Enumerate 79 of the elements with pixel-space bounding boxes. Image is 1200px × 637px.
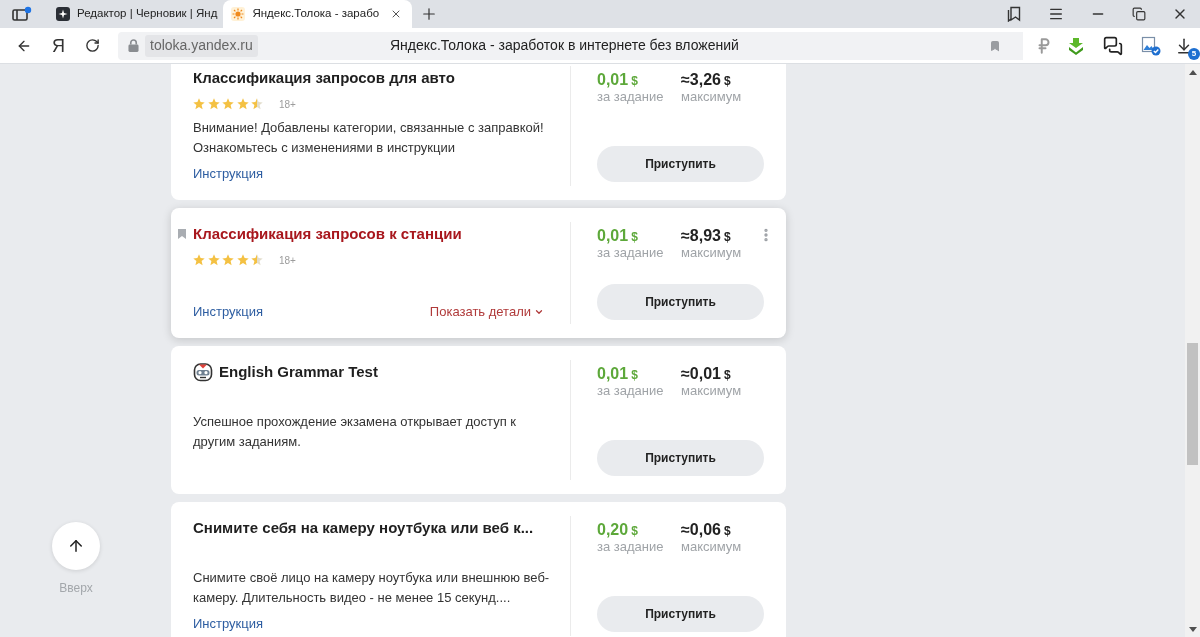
sun-favicon-icon [231,7,246,21]
reward-amount: 0,01 [597,364,629,384]
scrollbar-thumb[interactable] [1187,343,1198,465]
age-rating: 18+ [279,97,296,112]
reward-label: за задание [597,244,665,261]
double-arrow-down-icon[interactable] [1067,36,1085,55]
tab-title: Редактор | Черновик | Янд [77,6,218,22]
task-description: Внимание! Добавлены категории, связанные с заправкой! Ознакомьтесь с изменениями в инструкции [193,119,545,157]
address-bar[interactable]: toloka.yandex.ru Яндекс.Толока - заработок в интернете без вложений [118,31,1023,60]
star-icon [207,254,220,266]
star-icon [193,254,205,266]
maximum-currency: $ [723,73,731,90]
maximum-amount: ≈8,93 [681,226,721,246]
maximum-currency: $ [723,367,731,384]
maximum-currency: $ [723,523,731,540]
task-description: Снимите своё лицо на камеру ноутбука или внешнюю веб-камеру. Длительность видео - не менее 15 секунд.... [193,569,551,607]
maximum-amount: ≈3,26 [681,70,721,90]
instruction-link[interactable]: Инструкция [193,164,263,184]
star-icon [222,98,234,110]
reward-amount: 0,01 [597,70,629,90]
star-icon [236,254,249,266]
instruction-link[interactable]: Инструкция [193,302,263,322]
star-icon [236,98,249,110]
scroll-top-label: Вверх [59,580,93,597]
scroll-down-arrow-icon[interactable] [1188,627,1197,632]
task-title[interactable]: Классификация запросов для авто [193,68,455,88]
maximum-label: максимум [681,244,742,261]
scroll-up-arrow-icon[interactable] [1188,70,1197,75]
reward-label: за задание [597,538,665,555]
reward-amount: 0,20 [597,520,629,540]
task-title[interactable]: Классификация запросов к станции [193,224,462,244]
browser-tab[interactable]: Редактор | Черновик | Янд [48,0,222,28]
downloads-count-badge: 5 [1188,47,1200,60]
robot-face-icon [193,362,213,382]
lock-icon [128,39,139,52]
sidebar-icon[interactable] [12,6,32,22]
reward-currency: $ [631,367,638,384]
reward-label: за задание [597,88,665,105]
maximum-amount: ≈0,01 [681,364,721,384]
reward-currency: $ [631,229,638,246]
reward-label: за задание [597,382,665,399]
scrollbar[interactable] [1185,64,1200,637]
start-button[interactable]: Приступить [597,596,764,632]
url-text: toloka.yandex.ru [145,34,258,57]
bookmarks-icon[interactable] [1006,6,1022,22]
start-button[interactable]: Приступить [597,440,764,476]
tab-title: Яндекс.Толока - зарабо [252,6,380,22]
reload-icon[interactable] [85,38,100,53]
star-icon [207,98,220,110]
sparkle-favicon-icon [56,7,70,21]
star-icon [251,98,263,110]
image-check-icon[interactable] [1141,35,1161,56]
maximum-label: максимум [681,538,742,555]
star-icon [251,254,263,266]
browser-tab[interactable]: Яндекс.Толока - зарабо [223,0,413,28]
page-title: Яндекс.Толока - заработок в интернете без вложений [389,36,739,55]
downloads-button[interactable]: 5 [1175,34,1197,57]
reward-amount: 0,01 [597,226,629,246]
maximum-currency: $ [723,229,731,246]
yandex-home-button[interactable]: Я [52,35,65,56]
maximum-label: максимум [681,88,742,105]
chat-bubbles-icon[interactable] [1103,35,1123,56]
age-rating: 18+ [279,253,296,268]
start-button[interactable]: Приступить [597,284,764,320]
star-icon [193,98,205,110]
start-button[interactable]: Приступить [597,146,764,182]
restore-icon[interactable] [1132,7,1146,21]
chevron-down-icon [534,307,544,317]
task-description: Успешное прохождение экзамена открывает доступ к другим заданиям. [193,413,518,451]
maximum-label: максимум [681,382,742,399]
reward-currency: $ [631,73,638,90]
menu-icon[interactable] [1048,6,1064,22]
reward-currency: $ [631,523,638,540]
instruction-link[interactable]: Инструкция [193,614,263,634]
task-title[interactable]: English Grammar Test [219,362,378,382]
task-title[interactable]: Снимите себя на камеру ноутбука или веб к... [193,518,534,538]
maximum-amount: ≈0,06 [681,520,721,540]
star-icon [222,254,234,266]
show-details-link[interactable]: Показать детали [429,302,544,322]
